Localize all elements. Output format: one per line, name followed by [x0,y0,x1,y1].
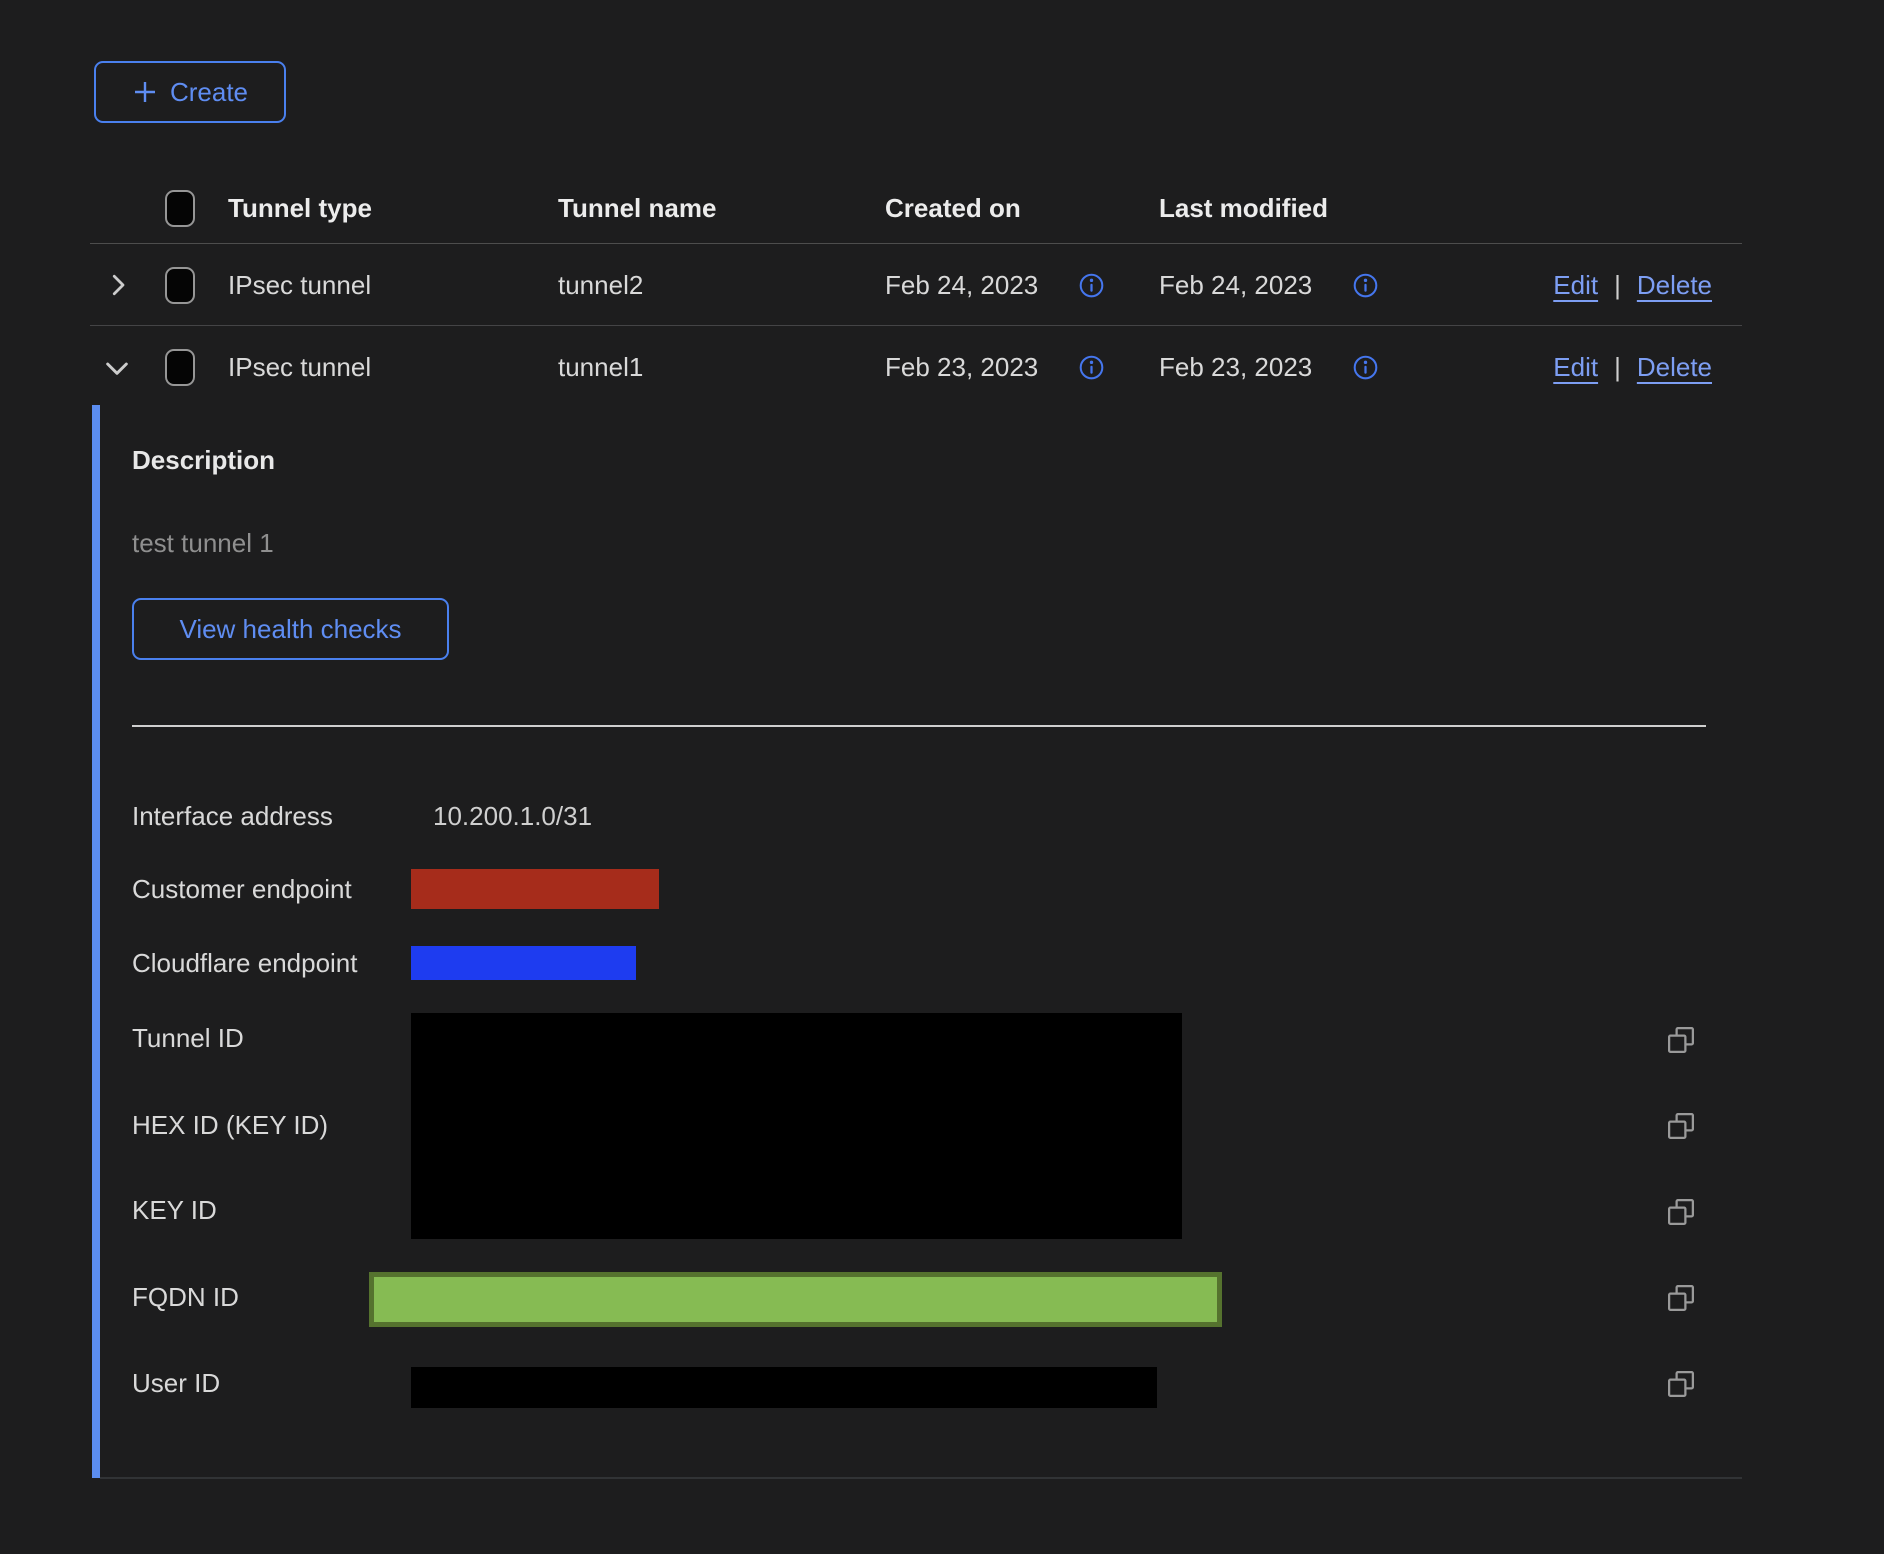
chevron-down-icon [100,352,134,384]
created-on-cell: Feb 24, 2023 [885,270,1038,300]
table-bottom-border [100,1477,1742,1479]
row-divider [90,325,1742,326]
column-header-created-on: Created on [885,193,1021,223]
created-on-cell: Feb 23, 2023 [885,352,1038,382]
copy-hex-id-button[interactable] [1666,1111,1696,1141]
last-modified-cell: Feb 24, 2023 [1159,270,1312,300]
column-header-tunnel-type: Tunnel type [228,193,372,223]
description-text: test tunnel 1 [132,528,274,558]
row-actions: Edit | Delete [1553,352,1712,382]
copy-tunnel-id-button[interactable] [1666,1025,1696,1055]
copy-icon [1666,1283,1696,1313]
cloudflare-endpoint-label: Cloudflare endpoint [132,948,358,978]
user-id-label: User ID [132,1368,220,1398]
last-modified-cell: Feb 23, 2023 [1159,352,1312,382]
select-all-checkbox[interactable] [165,190,195,227]
delete-link[interactable]: Delete [1637,270,1712,300]
create-button[interactable]: Create [94,61,286,123]
created-on-info-icon[interactable] [1078,272,1105,299]
view-health-checks-button[interactable]: View health checks [132,598,449,660]
row-actions: Edit | Delete [1553,270,1712,300]
row-checkbox[interactable] [165,349,195,386]
expanded-panel-accent-border [92,405,100,1478]
tunnel-type-cell: IPsec tunnel [228,270,371,300]
view-health-checks-label: View health checks [179,614,401,645]
key-id-label: KEY ID [132,1195,217,1225]
fqdn-id-redacted-value [369,1272,1222,1327]
collapse-row-button[interactable] [100,352,134,384]
detail-divider [132,725,1706,727]
edit-link[interactable]: Edit [1553,270,1598,300]
column-header-tunnel-name: Tunnel name [558,193,716,223]
column-header-last-modified: Last modified [1159,193,1328,223]
created-on-info-icon[interactable] [1078,354,1105,381]
copy-icon [1666,1111,1696,1141]
interface-address-label: Interface address [132,801,333,831]
copy-user-id-button[interactable] [1666,1369,1696,1399]
ids-redacted-block [411,1013,1182,1239]
user-id-redacted-value [411,1367,1157,1408]
hex-id-label: HEX ID (KEY ID) [132,1110,328,1140]
copy-icon [1666,1197,1696,1227]
cloudflare-endpoint-redacted-value [411,946,636,980]
create-button-label: Create [170,77,248,108]
delete-link[interactable]: Delete [1637,352,1712,382]
fqdn-id-label: FQDN ID [132,1282,239,1312]
copy-fqdn-id-button[interactable] [1666,1283,1696,1313]
edit-link[interactable]: Edit [1553,352,1598,382]
last-modified-info-icon[interactable] [1352,272,1379,299]
plus-icon [132,79,158,105]
description-heading: Description [132,445,275,475]
actions-separator: | [1614,270,1621,300]
actions-separator: | [1614,352,1621,382]
copy-key-id-button[interactable] [1666,1197,1696,1227]
row-checkbox[interactable] [165,267,195,304]
customer-endpoint-label: Customer endpoint [132,874,352,904]
header-divider [90,243,1742,244]
expand-row-button[interactable] [103,269,133,301]
copy-icon [1666,1025,1696,1055]
customer-endpoint-redacted-value [411,869,659,909]
tunnels-page: Create Tunnel type Tunnel name Created o… [0,0,1884,1554]
tunnel-name-cell: tunnel2 [558,270,643,300]
copy-icon [1666,1369,1696,1399]
tunnel-name-cell: tunnel1 [558,352,643,382]
tunnel-type-cell: IPsec tunnel [228,352,371,382]
last-modified-info-icon[interactable] [1352,354,1379,381]
tunnel-id-label: Tunnel ID [132,1023,244,1053]
interface-address-value: 10.200.1.0/31 [433,801,592,831]
chevron-right-icon [103,269,133,301]
